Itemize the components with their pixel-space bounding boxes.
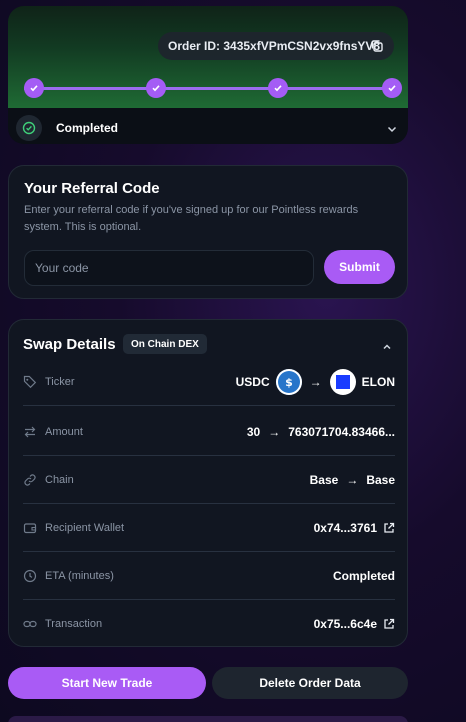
- from-chain: Base: [309, 472, 339, 487]
- status-label: Completed: [56, 121, 119, 135]
- chain-row: Chain Base → Base: [23, 456, 395, 504]
- to-amount: 763071704.83466...: [288, 424, 395, 439]
- arrow-right-icon: →: [346, 472, 359, 487]
- order-status-card: Order ID: 3435xfVPmCSN2vx9fnsYV8 Complet…: [8, 6, 408, 144]
- eta-row: ETA (minutes) Completed: [23, 552, 395, 600]
- recipient-value[interactable]: 0x74...3761: [314, 504, 395, 551]
- external-link-icon[interactable]: [383, 522, 395, 534]
- external-link-icon[interactable]: [383, 618, 395, 630]
- progress-track: [24, 87, 398, 90]
- order-id-pill[interactable]: Order ID: 3435xfVPmCSN2vx9fnsYV8: [158, 32, 394, 60]
- recipient-address[interactable]: 0x74...3761: [314, 521, 377, 535]
- eta-label: ETA (minutes): [45, 569, 114, 582]
- dex-badge: On Chain DEX: [123, 334, 207, 354]
- ticker-value: USDC $ → ELON: [236, 358, 395, 405]
- referral-code-input[interactable]: [24, 250, 314, 286]
- recipient-label: Recipient Wallet: [45, 521, 125, 534]
- svg-text:$: $: [285, 376, 293, 389]
- start-new-trade-button[interactable]: Start New Trade: [8, 667, 206, 699]
- usdc-coin-icon: $: [275, 368, 302, 395]
- chain-label: Chain: [45, 473, 74, 486]
- submit-button[interactable]: Submit: [324, 250, 395, 284]
- delete-order-data-button[interactable]: Delete Order Data: [212, 667, 408, 699]
- recipient-row: Recipient Wallet 0x74...3761: [23, 504, 395, 552]
- progress-banner: Order ID: 3435xfVPmCSN2vx9fnsYV8: [8, 6, 408, 108]
- wallet-icon: [23, 521, 37, 535]
- tag-icon: [23, 375, 37, 389]
- eta-value: Completed: [332, 568, 395, 583]
- step-3-check-icon: [268, 78, 288, 98]
- arrow-right-icon: →: [309, 374, 322, 389]
- arrow-right-icon: →: [268, 424, 281, 439]
- amount-value: 30 → 763071704.83466...: [247, 408, 395, 455]
- order-id-text: Order ID: 3435xfVPmCSN2vx9fnsYV8: [168, 39, 381, 53]
- ticker-label: Ticker: [45, 375, 75, 388]
- referral-title: Your Referral Code: [24, 180, 160, 197]
- step-2-check-icon: [146, 78, 166, 98]
- transaction-row: Transaction 0x75...6c4e: [23, 600, 395, 648]
- transaction-label: Transaction: [45, 618, 103, 630]
- from-ticker: USDC: [235, 374, 270, 389]
- amount-label: Amount: [45, 425, 83, 438]
- transaction-value[interactable]: 0x75...6c4e: [314, 600, 395, 648]
- to-chain: Base: [366, 472, 395, 487]
- amount-row: Amount 30 → 763071704.83466...: [23, 408, 395, 456]
- chain-value: Base → Base: [310, 456, 395, 503]
- copy-icon[interactable]: [370, 39, 384, 53]
- step-1-check-icon: [24, 78, 44, 98]
- clock-icon: [23, 569, 37, 583]
- to-ticker: ELON: [361, 374, 395, 389]
- next-card-edge: [8, 716, 408, 722]
- link-icon: [23, 617, 37, 631]
- referral-description: Enter your referral code if you've signe…: [24, 204, 359, 233]
- ticker-row: Ticker USDC $ → ELON: [23, 358, 395, 406]
- swap-details-card: Swap Details On Chain DEX Ticker USDC $ …: [8, 319, 408, 647]
- status-check-icon: [16, 115, 42, 141]
- swap-arrows-icon: [23, 425, 37, 439]
- chevron-up-icon[interactable]: [381, 340, 393, 358]
- swap-details-title: Swap Details: [23, 336, 116, 353]
- step-4-check-icon: [382, 78, 402, 98]
- transaction-hash[interactable]: 0x75...6c4e: [314, 617, 377, 631]
- link-icon: [23, 473, 37, 487]
- elon-coin-icon: [329, 368, 356, 395]
- chevron-down-icon[interactable]: [386, 122, 398, 140]
- referral-card: Your Referral Code Enter your referral c…: [8, 165, 408, 299]
- status-row[interactable]: Completed: [8, 112, 408, 144]
- from-amount: 30: [246, 424, 261, 439]
